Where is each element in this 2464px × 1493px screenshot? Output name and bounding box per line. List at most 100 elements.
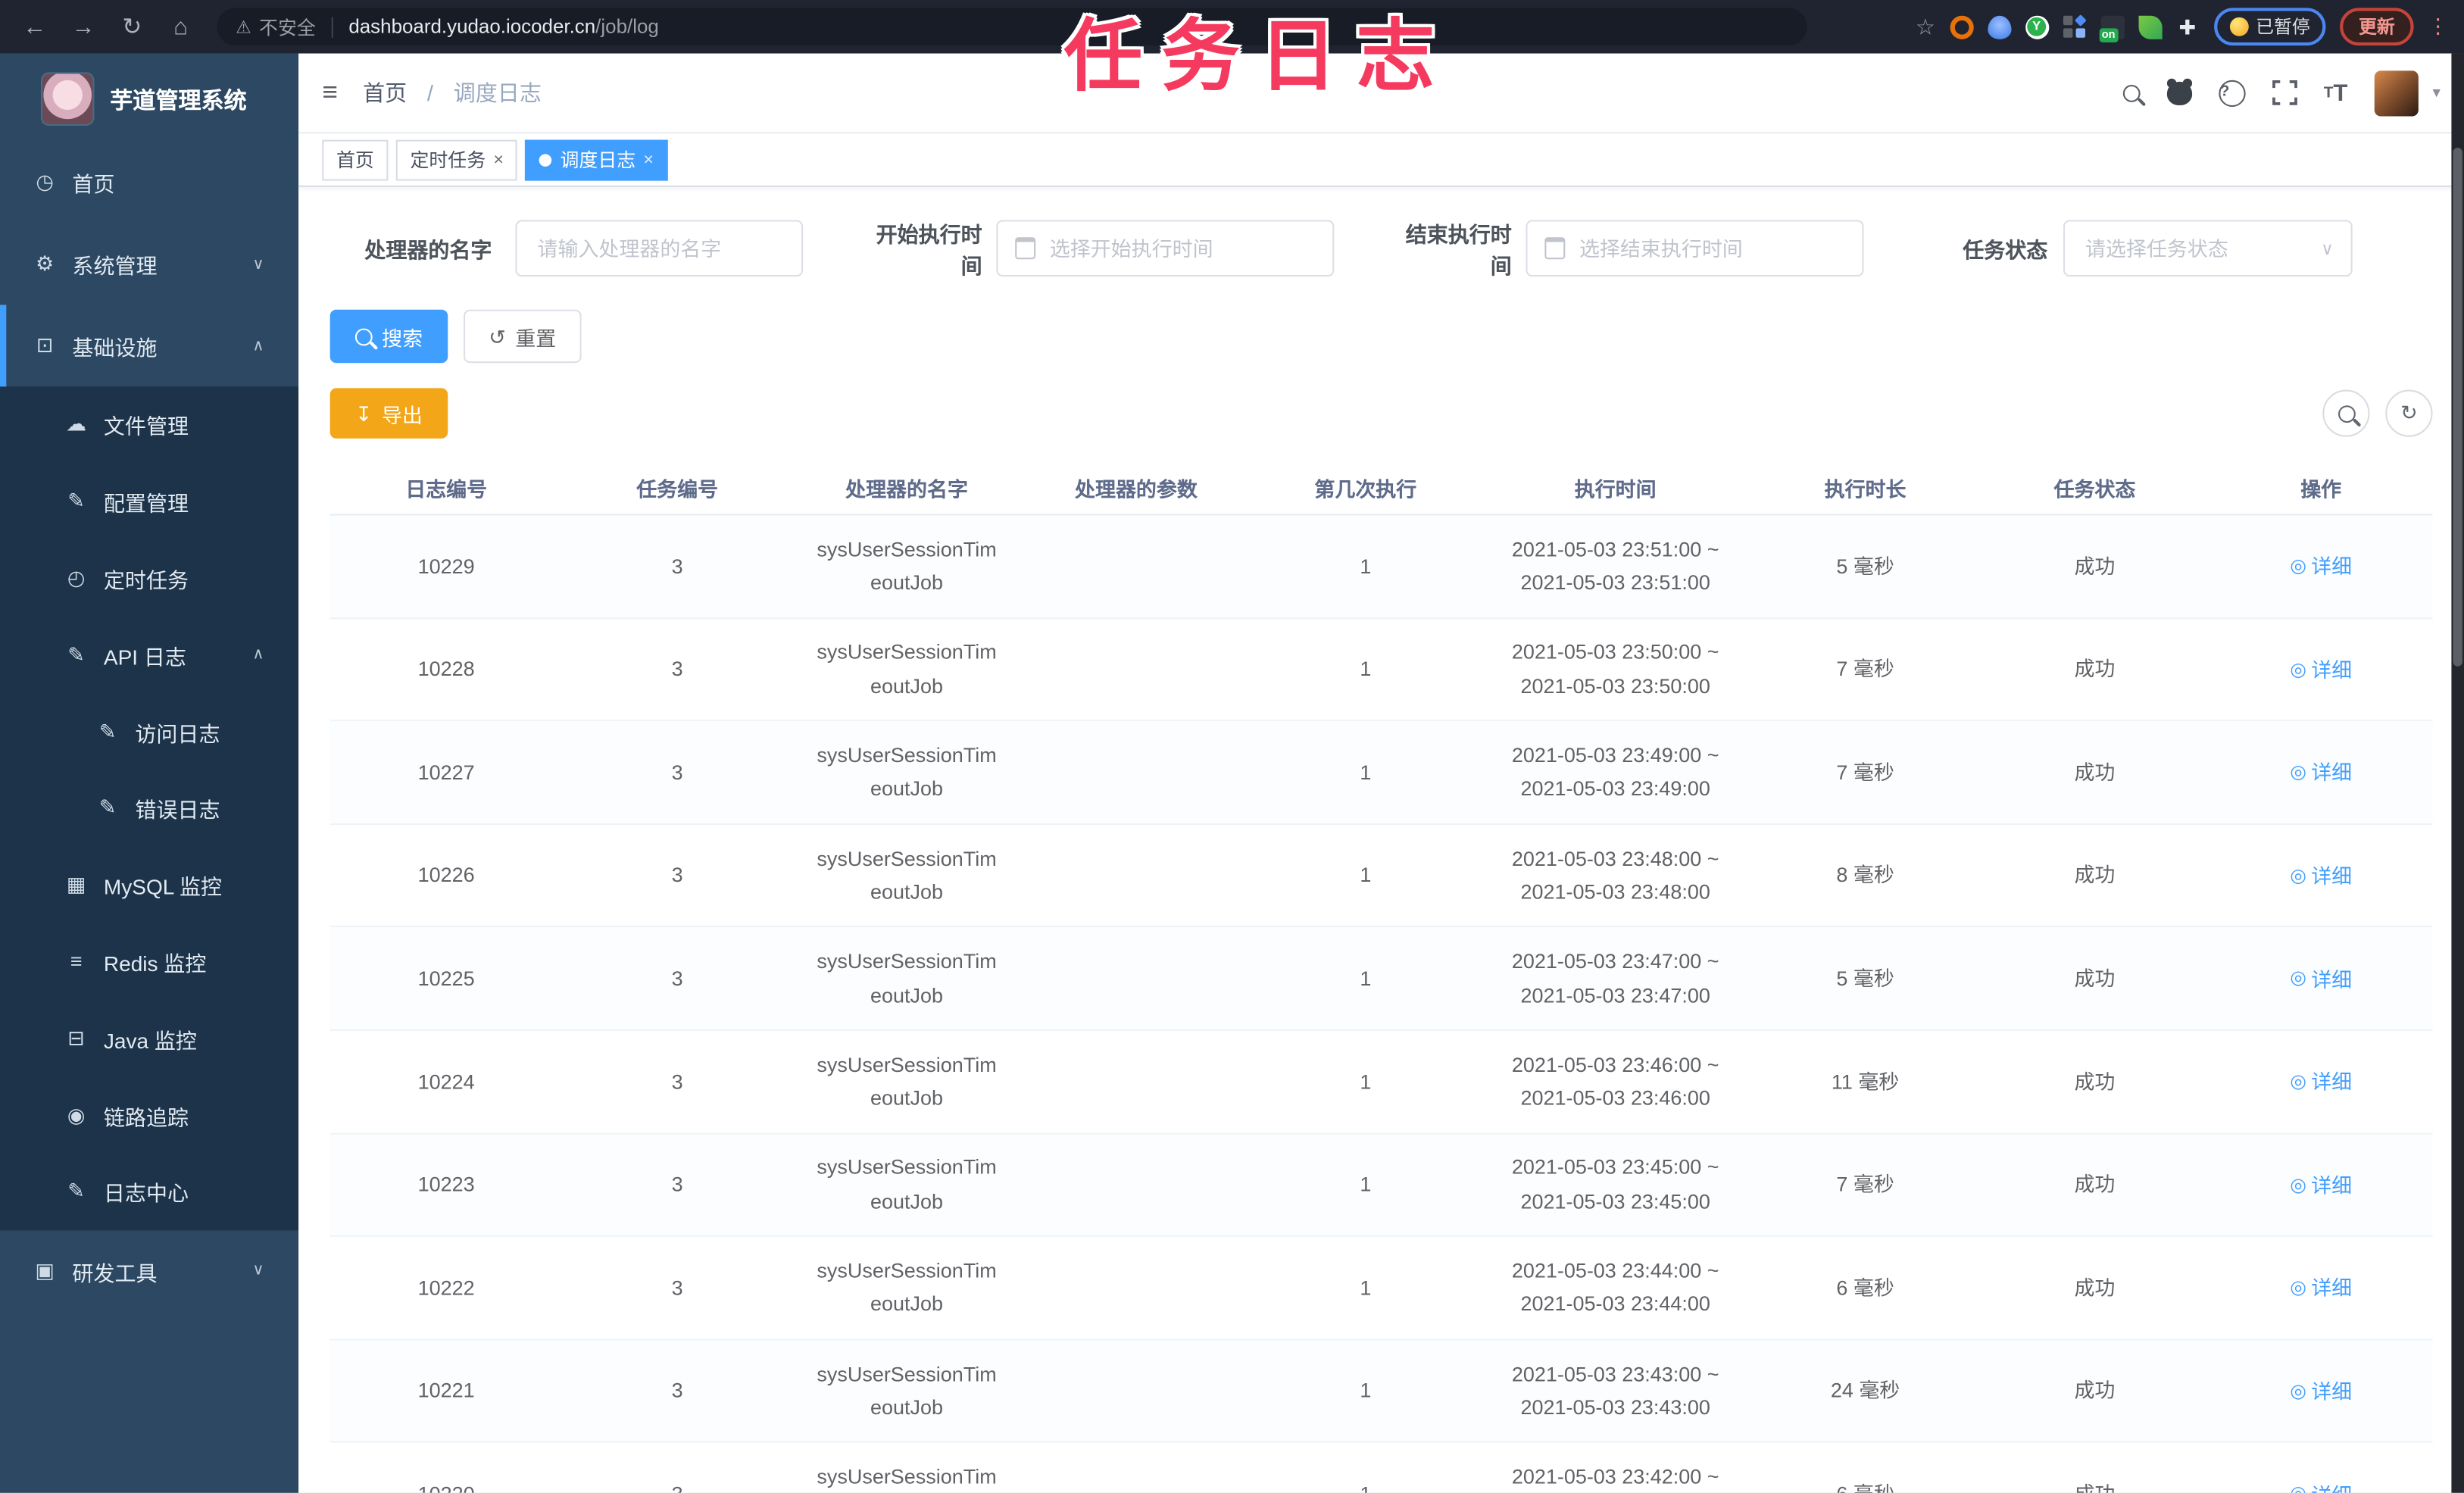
- cell-job-id: 3: [563, 1477, 792, 1493]
- start-time-picker[interactable]: [996, 220, 1335, 277]
- extension-grid-icon[interactable]: [2062, 14, 2086, 39]
- sidebar-item[interactable]: ▦ MySQL 监控: [0, 847, 298, 923]
- sidebar-item[interactable]: ▣ 研发工具 ∨: [0, 1230, 298, 1312]
- sidebar-item[interactable]: ✎ API 日志 ∧: [0, 617, 298, 693]
- address-bar[interactable]: ⚠ 不安全 dashboard.yudao.iocoder.cn/job/log: [217, 8, 1807, 46]
- cell-execute-index: 1: [1251, 1477, 1480, 1493]
- bookmark-star-icon[interactable]: ☆: [1916, 14, 1935, 40]
- detail-link[interactable]: ◎ 详细: [2290, 1066, 2352, 1099]
- docs-help-icon[interactable]: ?: [2218, 79, 2245, 107]
- cell-status: 成功: [2074, 1069, 2116, 1093]
- hamburger-icon[interactable]: ≡: [322, 77, 338, 108]
- sidebar-item[interactable]: ◴ 定时任务: [0, 540, 298, 617]
- cell-duration: 6 毫秒: [1750, 1477, 1980, 1493]
- cell-job-id: 3: [671, 863, 683, 887]
- job-status-select-field[interactable]: [2081, 235, 2310, 262]
- browser-reload-icon[interactable]: ↻: [118, 13, 146, 41]
- tag-item[interactable]: 调度日志 ×: [525, 139, 668, 180]
- menu-label: 系统管理: [72, 255, 158, 279]
- chrome-update-button[interactable]: 更新: [2340, 8, 2414, 46]
- extension-leaf-icon[interactable]: [2138, 14, 2162, 39]
- cell-status: 成功: [1980, 1477, 2209, 1493]
- download-icon: ↧: [354, 401, 373, 426]
- sidebar-item[interactable]: ◉ 链路追踪: [0, 1076, 298, 1153]
- start-time-input-field[interactable]: [1046, 235, 1316, 262]
- toggle-search-button[interactable]: [2322, 389, 2370, 437]
- detail-link[interactable]: ◎ 详细: [2290, 1375, 2352, 1408]
- app-logo-row[interactable]: 芋道管理系统: [0, 54, 298, 142]
- sidebar-item[interactable]: ✎ 日志中心: [0, 1154, 298, 1230]
- page-scrollbar[interactable]: [2451, 53, 2464, 1493]
- menu-label: 日志中心: [103, 1182, 189, 1206]
- table-row: 10222 3 sysUserSessionTim eoutJob 1 2021…: [329, 1237, 2433, 1341]
- sidebar-item[interactable]: ≡ Redis 监控: [0, 923, 298, 1000]
- sidebar-item[interactable]: ◷ 首页: [0, 142, 298, 223]
- job-status-select[interactable]: ∨: [2063, 220, 2353, 277]
- tag-close-icon[interactable]: ×: [644, 150, 654, 169]
- log-center-icon: ✎: [67, 1179, 85, 1203]
- table-header-cell: 第几次执行: [1314, 476, 1417, 501]
- menu-label: 首页: [72, 173, 115, 197]
- cell-actions: ◎ 详细: [2209, 1373, 2433, 1409]
- detail-link[interactable]: ◎ 详细: [2290, 1478, 2352, 1493]
- tag-item[interactable]: 定时任务 ×: [395, 139, 518, 180]
- extension-on-icon[interactable]: on: [2098, 14, 2124, 42]
- detail-link[interactable]: ◎ 详细: [2290, 1272, 2352, 1305]
- detail-link[interactable]: ◎ 详细: [2290, 654, 2352, 687]
- sidebar-item[interactable]: ✎ 访问日志: [0, 693, 298, 770]
- refresh-button[interactable]: ↻: [2385, 389, 2433, 437]
- sidebar-item[interactable]: ⊡ 基础设施 ∧: [0, 305, 298, 387]
- avatar-caret-icon[interactable]: ▾: [2432, 84, 2440, 102]
- sidebar-item[interactable]: ⚙ 系统管理 ∨: [0, 223, 298, 305]
- cell-actions: ◎ 详细: [2209, 1064, 2433, 1099]
- end-time-picker[interactable]: [1526, 220, 1864, 277]
- breadcrumb-home[interactable]: 首页: [363, 80, 407, 105]
- tags-view-bar: 首页 × 定时任务 × 调度日志 ×: [298, 133, 2464, 187]
- font-size-icon[interactable]: TT: [2324, 80, 2348, 106]
- extension-y-icon[interactable]: [2025, 14, 2049, 39]
- detail-link[interactable]: ◎ 详细: [2290, 550, 2352, 583]
- cell-handler-name: sysUserSessionTim eoutJob: [817, 1155, 997, 1213]
- profile-paused-badge[interactable]: 已暂停: [2213, 8, 2326, 46]
- github-icon[interactable]: [2166, 77, 2192, 105]
- sidebar-item[interactable]: ⊟ Java 监控: [0, 1000, 298, 1076]
- export-button[interactable]: ↧ 导出: [329, 388, 448, 439]
- chevron-icon: ∧: [252, 646, 264, 664]
- detail-link[interactable]: ◎ 详细: [2290, 757, 2352, 790]
- handler-name-input[interactable]: [515, 220, 804, 277]
- sidebar-item[interactable]: ✎ 配置管理: [0, 464, 298, 540]
- chrome-menu-icon[interactable]: ⋮: [2428, 14, 2448, 39]
- scrollbar-thumb[interactable]: [2453, 148, 2462, 667]
- tag-item[interactable]: 首页 ×: [322, 139, 389, 180]
- cell-job-id: 3: [671, 966, 683, 990]
- profile-emoji-icon: [2228, 17, 2248, 36]
- detail-link[interactable]: ◎ 详细: [2290, 860, 2352, 893]
- browser-back-icon[interactable]: ←: [20, 14, 48, 40]
- end-time-input-field[interactable]: [1576, 235, 1845, 262]
- sidebar-item[interactable]: ✎ 错误日志: [0, 770, 298, 847]
- browser-forward-icon[interactable]: →: [69, 14, 97, 40]
- cell-execute-index: 1: [1360, 554, 1372, 578]
- filter-form: 处理器的名字 开始执行时间 结束执行时间 任务状态 ∨: [330, 217, 2433, 280]
- cell-execute-index: 1: [1360, 1069, 1372, 1093]
- user-avatar[interactable]: [2374, 70, 2419, 116]
- search-button[interactable]: 搜索: [329, 309, 448, 364]
- sidebar-item[interactable]: ☁ 文件管理: [0, 386, 298, 463]
- fullscreen-icon[interactable]: [2272, 80, 2297, 105]
- extension-drop-icon[interactable]: [1987, 14, 2011, 39]
- access-log-icon: ✎: [98, 719, 117, 743]
- cell-status: 成功: [2074, 863, 2116, 887]
- reset-button[interactable]: ↺ 重置: [464, 309, 582, 364]
- extensions-puzzle-icon[interactable]: ✚: [2175, 15, 2199, 39]
- detail-link[interactable]: ◎ 详细: [2290, 1169, 2352, 1202]
- browser-home-icon[interactable]: ⌂: [167, 14, 195, 40]
- app-logo-avatar: [40, 72, 95, 126]
- table-row: 10221 3 sysUserSessionTim eoutJob 1 2021…: [329, 1340, 2433, 1444]
- handler-name-input-field[interactable]: [534, 235, 785, 262]
- table-header-cell: 处理器的参数: [1075, 476, 1198, 501]
- detail-link[interactable]: ◎ 详细: [2290, 963, 2352, 996]
- tag-close-icon[interactable]: ×: [493, 150, 503, 169]
- header-search-icon[interactable]: [2122, 83, 2140, 102]
- breadcrumb-current: 调度日志: [453, 80, 542, 105]
- extension-donut-icon[interactable]: [1949, 14, 1973, 39]
